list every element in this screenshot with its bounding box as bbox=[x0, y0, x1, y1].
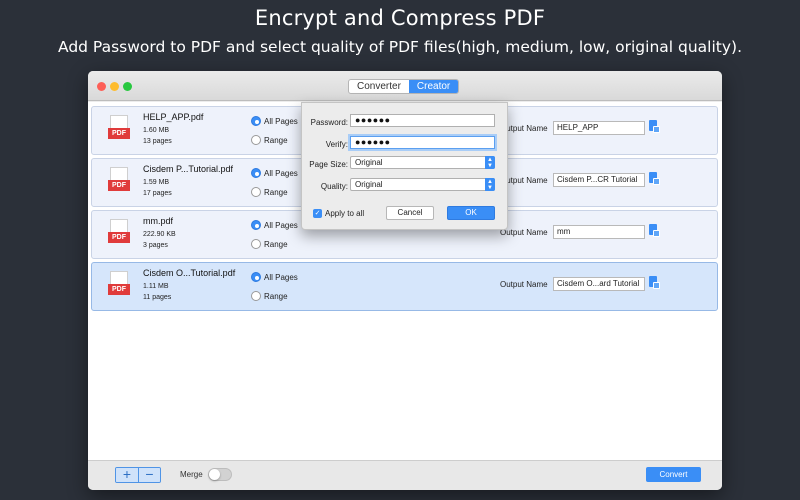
password-label: Password: bbox=[310, 118, 348, 127]
add-file-button[interactable]: + bbox=[116, 468, 138, 482]
all-pages-radio[interactable]: All Pages bbox=[251, 116, 298, 126]
all-pages-radio[interactable]: All Pages bbox=[251, 168, 298, 178]
edit-output-icon[interactable] bbox=[648, 172, 661, 186]
updown-arrows-icon: ▲ ▼ bbox=[485, 178, 495, 191]
cancel-button[interactable]: Cancel bbox=[386, 206, 434, 220]
edit-output-icon[interactable] bbox=[648, 120, 661, 134]
title-bar: Converter Creator bbox=[88, 71, 722, 101]
encryption-popover: Password: ●●●●●● Verify: ●●●●●● Page Siz… bbox=[301, 102, 508, 230]
output-name-field[interactable]: HELP_APP bbox=[553, 121, 645, 135]
range-radio[interactable]: Range bbox=[251, 135, 288, 145]
page-size-label: Page Size: bbox=[309, 160, 348, 169]
file-pages: 3 pages bbox=[143, 242, 168, 249]
output-name-label: Output Name bbox=[500, 228, 548, 237]
tab-creator[interactable]: Creator bbox=[408, 80, 459, 93]
tab-converter[interactable]: Converter bbox=[349, 80, 409, 93]
file-pages: 11 pages bbox=[143, 294, 172, 301]
file-name: Cisdem O...Tutorial.pdf bbox=[143, 268, 236, 278]
toggle-knob bbox=[209, 469, 220, 480]
bottom-toolbar: + − Merge Convert bbox=[88, 460, 722, 490]
radio-selected-icon bbox=[251, 272, 261, 282]
page-size-select[interactable]: Original ▲ ▼ bbox=[350, 156, 495, 169]
pdf-file-icon: PDF bbox=[108, 219, 130, 247]
all-pages-radio[interactable]: All Pages bbox=[251, 272, 298, 282]
radio-unselected-icon bbox=[251, 135, 261, 145]
password-field[interactable]: ●●●●●● bbox=[350, 114, 495, 127]
zoom-window-button[interactable] bbox=[123, 82, 132, 91]
verify-label: Verify: bbox=[325, 140, 348, 149]
output-name-field[interactable]: Cisdem P...CR Tutorial bbox=[553, 173, 645, 187]
range-radio[interactable]: Range bbox=[251, 291, 288, 301]
file-name: Cisdem P...Tutorial.pdf bbox=[143, 164, 234, 174]
updown-arrows-icon: ▲ ▼ bbox=[485, 156, 495, 169]
radio-selected-icon bbox=[251, 168, 261, 178]
file-name: mm.pdf bbox=[143, 216, 174, 226]
file-row-selected[interactable]: PDF Cisdem O...Tutorial.pdf 1.11 MB 11 p… bbox=[91, 262, 718, 311]
subheadline: Add Password to PDF and select quality o… bbox=[58, 38, 742, 56]
add-remove-control: + − bbox=[115, 467, 161, 483]
range-radio[interactable]: Range bbox=[251, 239, 288, 249]
range-radio[interactable]: Range bbox=[251, 187, 288, 197]
all-pages-radio[interactable]: All Pages bbox=[251, 220, 298, 230]
radio-unselected-icon bbox=[251, 239, 261, 249]
headline: Encrypt and Compress PDF bbox=[254, 6, 546, 30]
output-name-label: Output Name bbox=[500, 280, 548, 289]
file-pages: 13 pages bbox=[143, 138, 172, 145]
file-name: HELP_APP.pdf bbox=[143, 112, 204, 122]
close-window-button[interactable] bbox=[97, 82, 106, 91]
file-size: 1.11 MB bbox=[143, 283, 169, 290]
remove-file-button[interactable]: − bbox=[138, 468, 160, 482]
file-pages: 17 pages bbox=[143, 190, 172, 197]
edit-output-icon[interactable] bbox=[648, 276, 661, 290]
radio-unselected-icon bbox=[251, 187, 261, 197]
quality-label: Quality: bbox=[320, 182, 348, 191]
ok-button[interactable]: OK bbox=[447, 206, 495, 220]
checkmark-icon: ✓ bbox=[313, 209, 322, 218]
mode-segmented-control: Converter Creator bbox=[348, 79, 460, 94]
edit-output-icon[interactable] bbox=[648, 224, 661, 238]
file-size: 1.59 MB bbox=[143, 179, 170, 186]
output-name-field[interactable]: mm bbox=[553, 225, 645, 239]
merge-toggle[interactable] bbox=[208, 468, 232, 481]
merge-label: Merge bbox=[180, 470, 203, 479]
pdf-file-icon: PDF bbox=[108, 115, 130, 143]
quality-select[interactable]: Original ▲ ▼ bbox=[350, 178, 495, 191]
output-name-field[interactable]: Cisdem O...ard Tutorial bbox=[553, 277, 645, 291]
radio-selected-icon bbox=[251, 220, 261, 230]
verify-field[interactable]: ●●●●●● bbox=[350, 136, 495, 149]
pdf-file-icon: PDF bbox=[108, 167, 130, 195]
file-size: 222.90 KB bbox=[143, 231, 176, 238]
pdf-file-icon: PDF bbox=[108, 271, 130, 299]
radio-selected-icon bbox=[251, 116, 261, 126]
apply-to-all-checkbox[interactable]: ✓ Apply to all bbox=[313, 209, 364, 218]
file-size: 1.60 MB bbox=[143, 127, 170, 134]
radio-unselected-icon bbox=[251, 291, 261, 301]
convert-button[interactable]: Convert bbox=[646, 467, 701, 482]
minimize-window-button[interactable] bbox=[110, 82, 119, 91]
